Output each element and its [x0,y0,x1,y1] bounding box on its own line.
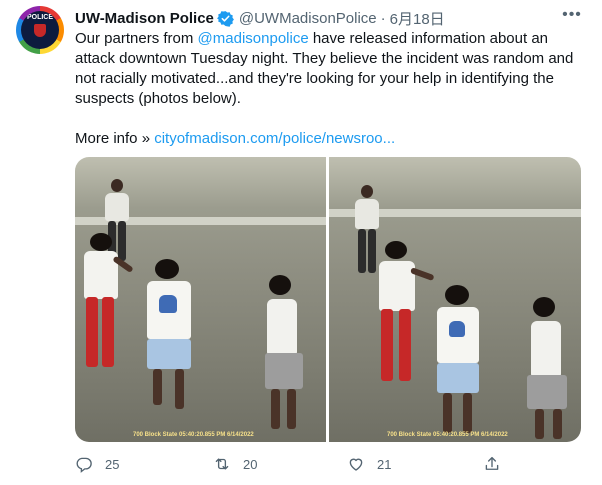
tweet-date[interactable]: 6月18日 [390,8,445,29]
mention-link[interactable]: @madisonpolice [198,30,309,47]
heart-icon [349,458,363,471]
tweet-text: Our partners from @madisonpolice have re… [75,29,575,149]
more-info-label: More info » [75,130,155,147]
reply-count: 25 [105,456,120,472]
surveillance-photo-left[interactable]: 700 Block State 05:40:20.855 PM 6/14/202… [75,157,326,442]
reply-icon [76,457,92,473]
share-button[interactable] [483,453,501,475]
more-options-icon[interactable]: ••• [560,7,584,28]
tweet[interactable]: POLICE UW-Madison Police @UWMadisonPolic… [0,0,602,485]
header-separator: · [380,9,386,27]
retweet-count: 20 [243,456,258,472]
media-grid: 700 Block State 05:40:20.855 PM 6/14/202… [75,157,581,442]
text-before-mention: Our partners from [75,30,198,47]
camera-timestamp-left: 700 Block State 05:40:20.855 PM 6/14/202… [133,432,254,438]
retweet-button[interactable]: 20 [213,453,257,475]
like-count: 21 [377,456,392,472]
tweet-actions: 25 20 21 [75,453,585,475]
avatar[interactable]: POLICE [16,6,64,54]
verified-badge-icon [216,10,234,27]
reply-button[interactable]: 25 [75,453,119,475]
surveillance-photo-right[interactable]: 700 Block State 05:40:20.855 PM 6/14/202… [329,157,581,442]
share-icon [485,456,499,470]
tweet-header: UW-Madison Police @UWMadisonPolice · 6月1… [75,8,445,28]
police-badge-logo: POLICE [21,11,59,49]
like-button[interactable]: 21 [347,453,391,475]
author-handle[interactable]: @UWMadisonPolice [239,10,377,27]
camera-timestamp-right: 700 Block State 05:40:20.855 PM 6/14/202… [387,432,508,438]
author-name[interactable]: UW-Madison Police [75,10,214,27]
retweet-icon [215,458,229,470]
external-link[interactable]: cityofmadison.com/police/newsroo... [154,130,395,147]
